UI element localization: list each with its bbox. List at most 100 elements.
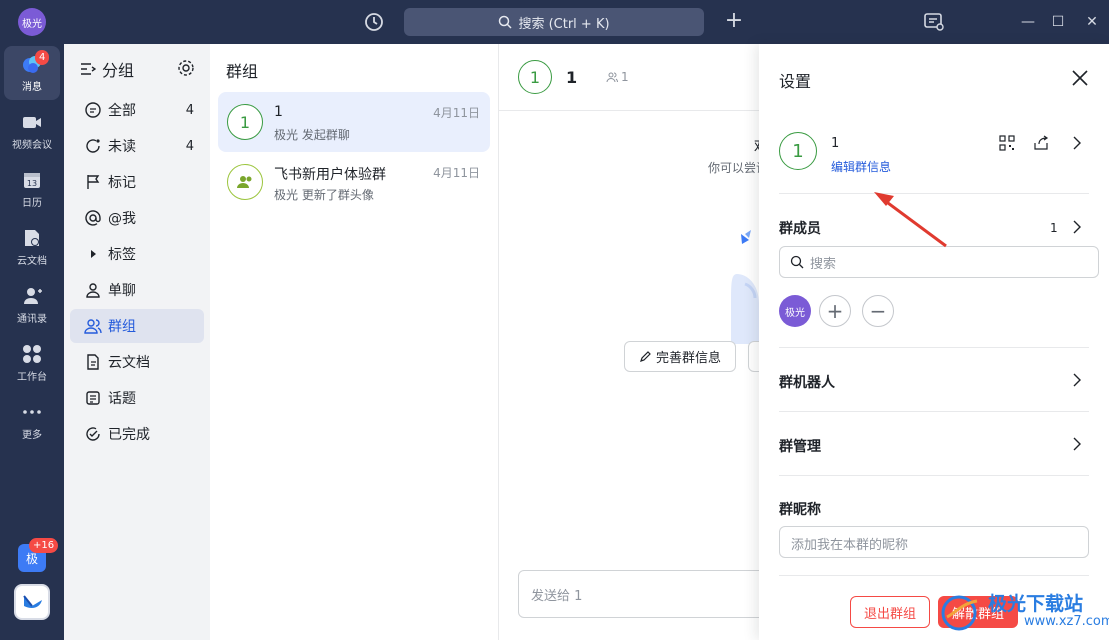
unread-icon [86, 139, 100, 153]
conversation-name: 1 [566, 68, 578, 87]
nickname-input[interactable]: 添加我在本群的昵称 [779, 526, 1089, 558]
caret-right-icon [91, 250, 96, 258]
watermark-url: www.xz7.com [1024, 614, 1109, 629]
close-icon[interactable] [1069, 67, 1091, 89]
contacts-icon [24, 288, 42, 304]
watermark-title: 极光下载站 [988, 593, 1084, 615]
group-sidebar: 分组 全部 4 未读 4 标记 @我 标签 单聊 群组 云文档 话题 已完成 [64, 44, 210, 640]
group-icon [84, 319, 102, 334]
button-label: 完善群信息 [655, 351, 721, 366]
app-badge: +16 [29, 538, 59, 553]
at-icon [85, 210, 101, 226]
watermark-logo-icon [941, 595, 978, 631]
more-dots-icon [23, 410, 41, 414]
rail-item-messages[interactable]: 消息 4 [4, 46, 60, 100]
cloud-doc-icon [25, 230, 39, 246]
chevron-right-icon[interactable] [1069, 372, 1085, 388]
group-item-label: 未读 [108, 139, 136, 155]
share-icon[interactable] [1033, 135, 1049, 151]
chevron-right-icon[interactable] [1069, 436, 1085, 452]
add-icon[interactable]: + [722, 9, 746, 33]
feishu-logo-icon[interactable] [14, 584, 50, 620]
rail-item-workspace[interactable]: 工作台 [4, 336, 60, 390]
gear-icon[interactable] [176, 58, 196, 78]
chat-date: 4月11日 [433, 166, 480, 180]
group-item-unread[interactable]: 未读 4 [70, 129, 204, 163]
edit-icon [640, 351, 651, 362]
chevron-right-icon[interactable] [1069, 135, 1085, 151]
group-avatar: 1 [227, 104, 263, 140]
rail-item-contacts[interactable]: 通讯录 [4, 278, 60, 332]
rail-label: 工作台 [17, 372, 47, 383]
conversation-avatar[interactable]: 1 [518, 60, 552, 94]
group-avatar[interactable]: 1 [779, 132, 817, 170]
group-title: 分组 [102, 61, 135, 80]
add-member-button[interactable]: + [819, 295, 851, 327]
member-avatar[interactable]: 极光 [779, 295, 811, 327]
members-count: 1 [1050, 221, 1058, 235]
nav-rail: 消息 4 视频会议 13 日历 云文档 通讯录 工作台 更多 极 +16 [0, 44, 64, 640]
collapse-menu-icon[interactable] [80, 61, 96, 77]
rail-item-more[interactable]: 更多 [4, 394, 60, 448]
edit-group-info-link[interactable]: 编辑群信息 [831, 158, 891, 175]
group-item-label: 标签 [108, 247, 136, 263]
history-icon[interactable] [362, 10, 386, 34]
done-icon [86, 427, 100, 441]
divider [779, 575, 1089, 576]
complete-group-info-button[interactable]: 完善群信息 [624, 341, 736, 372]
video-camera-icon [23, 117, 41, 128]
chat-preview: 极光 发起群聊 [274, 128, 350, 142]
rail-label: 云文档 [17, 256, 47, 267]
conversation-header: 1 1 1 [499, 44, 759, 111]
chat-name: 1 [274, 104, 283, 120]
rail-item-video[interactable]: 视频会议 [4, 104, 60, 158]
leave-group-button[interactable]: 退出群组 [850, 596, 930, 628]
group-item-count: 4 [185, 138, 194, 154]
rail-label: 消息 [22, 82, 42, 93]
global-search[interactable]: 搜索 (Ctrl + K) [404, 8, 704, 36]
remove-member-button[interactable]: − [862, 295, 894, 327]
unread-badge: 4 [35, 50, 50, 65]
group-item-all[interactable]: 全部 4 [70, 93, 204, 127]
divider [779, 411, 1089, 412]
group-item-topics[interactable]: 话题 [70, 381, 204, 415]
topic-icon [86, 391, 100, 405]
close-window-button[interactable]: ✕ [1080, 10, 1104, 34]
group-item-mentions[interactable]: @我 [70, 201, 204, 235]
rail-item-calendar[interactable]: 13 日历 [4, 162, 60, 216]
members-icon [606, 72, 618, 83]
message-input[interactable]: 发送给 1 [518, 570, 778, 618]
annotation-arrow-icon [874, 192, 947, 248]
group-item-flagged[interactable]: 标记 [70, 165, 204, 199]
group-avatar [227, 164, 263, 200]
group-bots-title[interactable]: 群机器人 [779, 372, 835, 392]
welcome-illustration [731, 230, 759, 344]
group-item-label: 全部 [108, 103, 136, 119]
chat-all-icon [85, 102, 101, 118]
member-count[interactable]: 1 [606, 70, 629, 84]
rail-item-docs[interactable]: 云文档 [4, 220, 60, 274]
group-item-groups[interactable]: 群组 [70, 309, 204, 343]
chevron-right-icon[interactable] [1069, 219, 1085, 235]
group-item-label: 话题 [108, 391, 136, 407]
group-nickname-title: 群昵称 [779, 502, 821, 518]
qr-code-icon[interactable] [999, 135, 1015, 151]
group-item-tags[interactable]: 标签 [70, 237, 204, 271]
search-icon [790, 255, 804, 269]
maximize-button[interactable]: ☐ [1046, 10, 1070, 34]
minimize-button[interactable]: — [1016, 10, 1040, 34]
flag-icon [87, 175, 100, 189]
group-item-direct[interactable]: 单聊 [70, 273, 204, 307]
person-icon [86, 283, 100, 298]
user-avatar[interactable]: 极光 [18, 8, 46, 36]
group-manage-title[interactable]: 群管理 [779, 436, 821, 456]
group-icon [237, 176, 252, 188]
search-placeholder: 搜索 [810, 256, 837, 272]
notification-settings-icon[interactable] [922, 10, 946, 34]
chat-item[interactable]: 飞书新用户体验群 极光 更新了群头像 4月11日 [218, 152, 490, 212]
chat-item[interactable]: 1 1 极光 发起群聊 4月11日 [218, 92, 490, 152]
group-item-docs[interactable]: 云文档 [70, 345, 204, 379]
group-item-done[interactable]: 已完成 [70, 417, 204, 451]
settings-panel: 设置 1 1 编辑群信息 群成员 1 搜索 极光 + − 群机器人 群管理 群昵… [759, 44, 1109, 640]
workspace-grid-icon [23, 345, 41, 363]
